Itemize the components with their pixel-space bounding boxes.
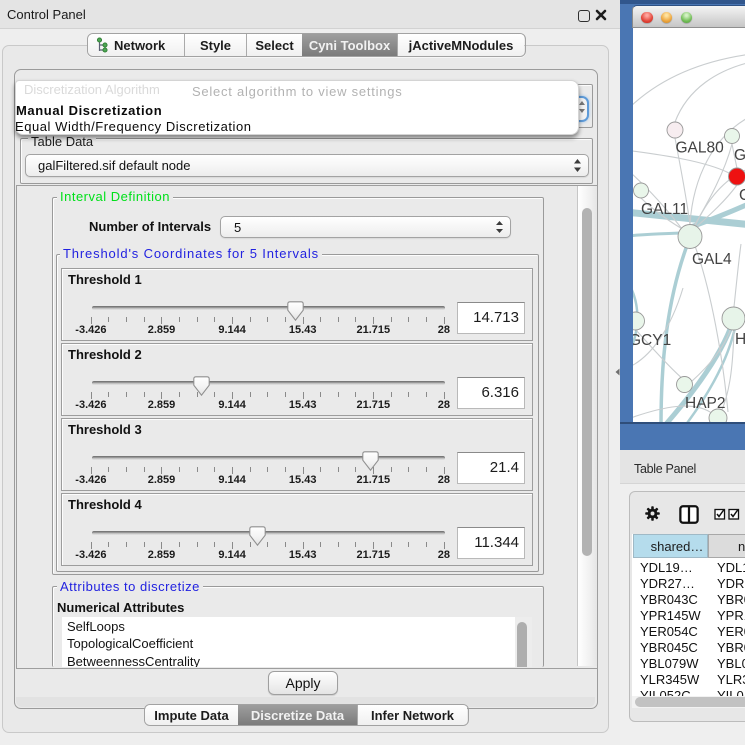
svg-text:GAL80: GAL80 (676, 140, 725, 157)
svg-text:GCY1: GCY1 (633, 332, 671, 349)
svg-text:C: C (739, 187, 745, 204)
svg-text:HAP2: HAP2 (685, 395, 726, 412)
svg-text:GAL4: GAL4 (692, 251, 732, 268)
svg-text:GA: GA (734, 147, 745, 164)
svg-text:GAL11: GAL11 (641, 201, 688, 218)
svg-text:H: H (735, 331, 745, 348)
